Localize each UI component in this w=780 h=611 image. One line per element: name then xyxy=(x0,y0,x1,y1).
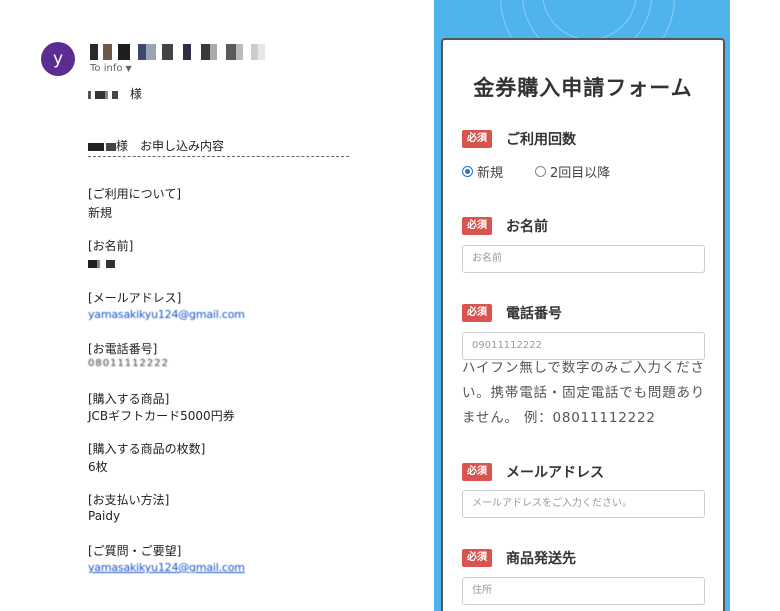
field-label-address: 商品発送先 xyxy=(506,551,576,567)
required-badge: 必須 xyxy=(462,130,492,148)
radio-selected-icon[interactable] xyxy=(462,166,473,177)
section-label-quantity: [購入する商品の枚数] xyxy=(88,442,206,456)
radio-unselected-icon[interactable] xyxy=(535,166,547,177)
honorific: 様 xyxy=(129,87,142,101)
section-value-product: JCBギフトカード5000円券 xyxy=(88,409,235,423)
recipient-details-toggle[interactable]: To info ▼ xyxy=(90,63,132,74)
section-value-payment: Paidy xyxy=(88,509,121,523)
redacted-name xyxy=(88,140,116,154)
section-label-name: [お名前] xyxy=(88,239,134,253)
purchase-application-form: 金券購入申請フォーム 必須 ご利用回数 新規 2回目以降 必須 お名前 お名前 … xyxy=(441,38,725,611)
required-badge: 必須 xyxy=(462,217,492,235)
email-input[interactable]: メールアドレスをご入力ください。 xyxy=(462,490,705,518)
section-value-usage: 新規 xyxy=(88,206,113,220)
required-badge: 必須 xyxy=(462,549,492,567)
section-label-usage: [ご利用について] xyxy=(88,187,182,201)
section-value-phone: 08011112222 xyxy=(88,358,169,369)
section-label-payment: [お支払い方法] xyxy=(88,493,170,507)
field-label-name: お名前 xyxy=(506,219,548,235)
form-title: 金券購入申請フォーム xyxy=(473,76,693,100)
field-header-address: 必須 商品発送先 xyxy=(462,548,576,568)
to-info-label: To info xyxy=(90,63,123,74)
usage-radio-group: 新規 2回目以降 xyxy=(462,162,642,181)
section-value-quantity: 6枚 xyxy=(88,460,108,474)
field-header-usage: 必須 ご利用回数 xyxy=(462,129,576,149)
name-input[interactable]: お名前 xyxy=(462,245,705,273)
section-label-questions: [ご質問・ご要望] xyxy=(88,544,182,558)
redacted-name xyxy=(88,88,118,102)
section-label-email: [メールアドレス] xyxy=(88,291,182,305)
radio-option-repeat[interactable]: 2回目以降 xyxy=(535,162,610,181)
subject-line: 様お申し込み内容 xyxy=(88,137,224,154)
subject-text: お申し込み内容 xyxy=(140,139,225,153)
phone-help-text: ハイフン無しで数字のみご入力ください。携帯電話・固定電話でも問題ありません。 例… xyxy=(462,360,706,426)
honorific: 様 xyxy=(116,139,129,153)
required-badge: 必須 xyxy=(462,463,492,481)
radio-option-new[interactable]: 新規 xyxy=(462,162,503,181)
section-label-phone: [お電話番号] xyxy=(88,342,158,356)
field-label-email: メールアドレス xyxy=(506,465,604,481)
section-value-name-redacted xyxy=(88,256,115,271)
email-message: y To info ▼ 様 様お申し込み内容 [ご利用について] 新規 [お名前]… xyxy=(0,0,420,611)
section-label-product: [購入する商品] xyxy=(88,392,170,406)
field-header-email: 必須 メールアドレス xyxy=(462,462,604,482)
greeting-line: 様 xyxy=(88,85,142,102)
radio-label-repeat: 2回目以降 xyxy=(550,166,611,181)
chevron-down-icon: ▼ xyxy=(125,64,132,73)
field-header-phone: 必須 電話番号 xyxy=(462,303,562,323)
divider-line xyxy=(88,156,349,157)
field-header-name: 必須 お名前 xyxy=(462,216,548,236)
sender-name-redacted xyxy=(90,44,265,60)
section-value-email-link[interactable]: yamasakikyu124@gmail.com xyxy=(88,308,245,321)
required-badge: 必須 xyxy=(462,304,492,322)
radio-label-new: 新規 xyxy=(477,166,504,181)
field-label-phone: 電話番号 xyxy=(506,306,562,322)
section-value-questions-link[interactable]: yamasakikyu124@gmail.com xyxy=(88,561,245,574)
sender-avatar[interactable]: y xyxy=(41,42,75,76)
address-input[interactable]: 住所 xyxy=(462,577,705,605)
field-label-usage: ご利用回数 xyxy=(506,132,576,148)
